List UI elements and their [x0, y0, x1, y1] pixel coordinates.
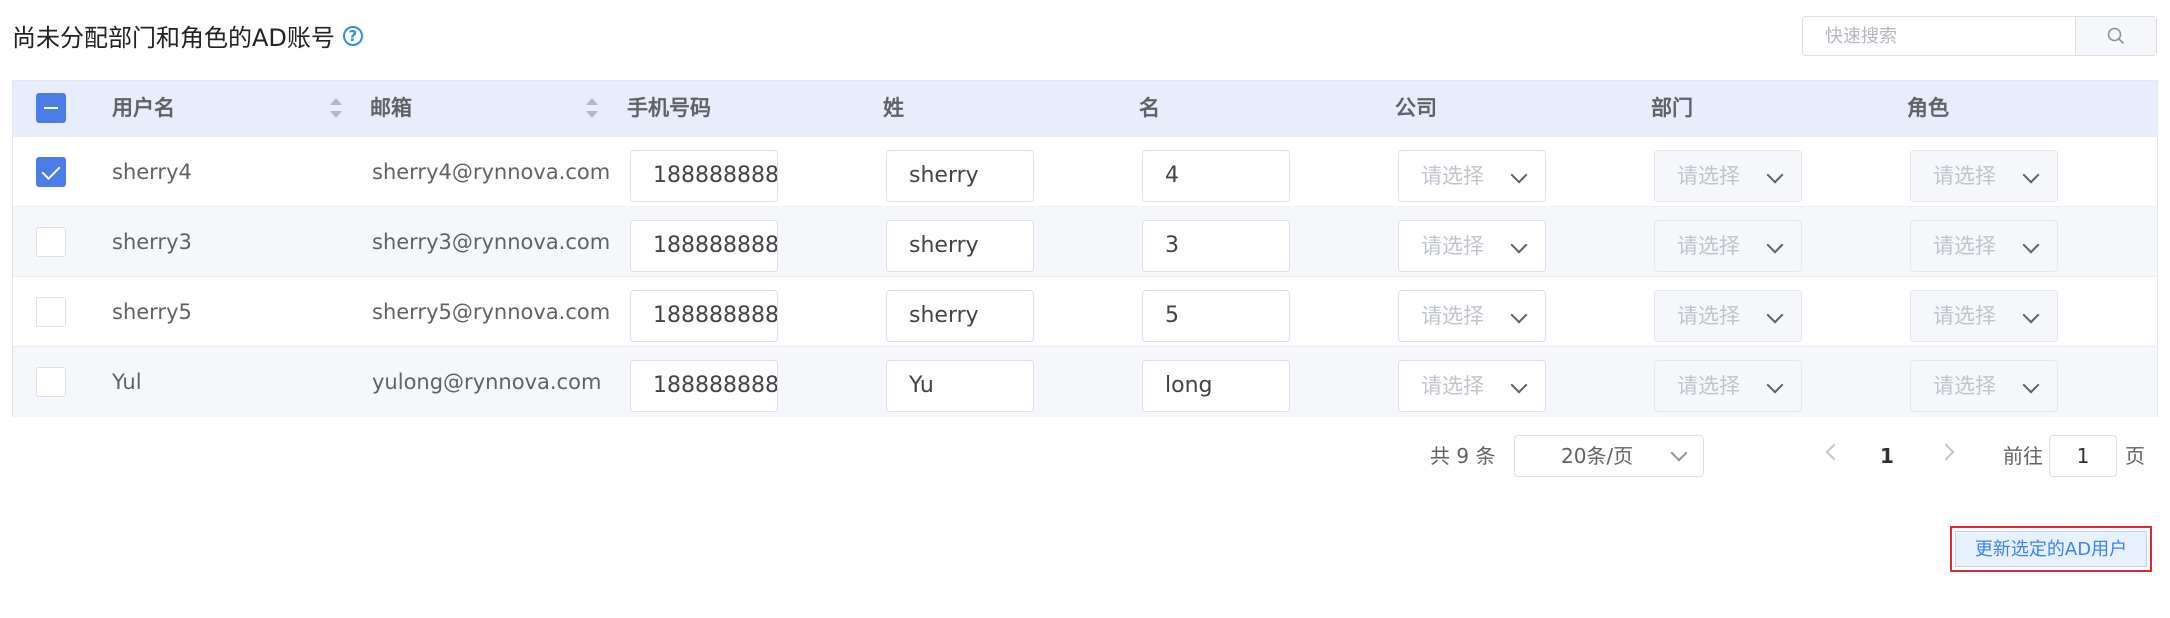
- search-input[interactable]: [1803, 17, 2075, 55]
- company-select[interactable]: 请选择: [1398, 220, 1546, 272]
- phone-input[interactable]: 188888888: [630, 290, 778, 342]
- role-select-placeholder: 请选择: [1933, 374, 1996, 398]
- row-checkbox[interactable]: [36, 157, 66, 187]
- department-select[interactable]: 请选择: [1654, 220, 1802, 272]
- table-row: sherry5 sherry5@rynnova.com 188888888 sh…: [13, 276, 2157, 347]
- update-selected-ad-users-button[interactable]: 更新选定的AD用户: [1955, 531, 2147, 567]
- chevron-down-icon: [2022, 236, 2040, 254]
- username-cell: Yul: [112, 370, 142, 394]
- email-cell: sherry4@rynnova.com: [372, 160, 611, 184]
- email-cell: sherry5@rynnova.com: [372, 300, 611, 324]
- chevron-down-icon: [2022, 306, 2040, 324]
- sort-icon[interactable]: [586, 98, 598, 118]
- first-name-input[interactable]: 5: [1142, 290, 1290, 342]
- last-name-input[interactable]: sherry: [886, 150, 1034, 202]
- company-select-placeholder: 请选择: [1421, 234, 1484, 258]
- role-select[interactable]: 请选择: [1910, 150, 2058, 202]
- chevron-down-icon: [1510, 376, 1528, 394]
- search-icon: [2107, 27, 2124, 45]
- search-box: [1802, 16, 2157, 56]
- row-checkbox[interactable]: [36, 297, 66, 327]
- page-size-value: 20条/页: [1561, 444, 1634, 468]
- chevron-down-icon: [1510, 306, 1528, 324]
- phone-input[interactable]: 188888888: [630, 150, 778, 202]
- next-page-icon[interactable]: [1937, 443, 1955, 461]
- chevron-down-icon: [2022, 166, 2040, 184]
- company-select-placeholder: 请选择: [1421, 164, 1484, 188]
- role-select-placeholder: 请选择: [1933, 304, 1996, 328]
- row-checkbox[interactable]: [36, 227, 66, 257]
- column-header-company: 公司: [1395, 96, 1437, 120]
- company-select[interactable]: 请选择: [1398, 150, 1546, 202]
- username-cell: sherry4: [112, 160, 192, 184]
- first-name-input[interactable]: long: [1142, 360, 1290, 412]
- column-header-department: 部门: [1651, 96, 1693, 120]
- row-checkbox[interactable]: [36, 367, 66, 397]
- company-select[interactable]: 请选择: [1398, 360, 1546, 412]
- column-header-role: 角色: [1907, 96, 1949, 120]
- username-cell: sherry5: [112, 300, 192, 324]
- page-title: 尚未分配部门和角色的AD账号: [12, 24, 335, 52]
- role-select-placeholder: 请选择: [1933, 164, 1996, 188]
- company-select-placeholder: 请选择: [1421, 374, 1484, 398]
- column-header-email[interactable]: 邮箱: [370, 81, 412, 136]
- username-cell: sherry3: [112, 230, 192, 254]
- department-select[interactable]: 请选择: [1654, 360, 1802, 412]
- chevron-down-icon: [1766, 236, 1784, 254]
- column-header-username[interactable]: 用户名: [112, 81, 175, 136]
- table-header: 用户名 邮箱 手机号码 姓 名 公司 部门 角色: [13, 81, 2157, 136]
- pagination-total: 共 9 条: [1430, 444, 1496, 468]
- update-button-highlight: 更新选定的AD用户: [1950, 526, 2152, 572]
- column-header-first-name: 名: [1139, 96, 1160, 120]
- goto-label: 前往: [2003, 444, 2043, 468]
- select-all-checkbox[interactable]: [36, 93, 66, 123]
- first-name-input[interactable]: 4: [1142, 150, 1290, 202]
- page-number[interactable]: 1: [1880, 435, 1894, 477]
- column-header-last-name: 姓: [883, 96, 904, 120]
- phone-input[interactable]: 188888888: [630, 360, 778, 412]
- department-select[interactable]: 请选择: [1654, 150, 1802, 202]
- page-title-wrap: 尚未分配部门和角色的AD账号 ?: [12, 18, 363, 53]
- last-name-input[interactable]: sherry: [886, 220, 1034, 272]
- chevron-down-icon: [1766, 166, 1784, 184]
- chevron-down-icon: [1510, 236, 1528, 254]
- department-select-placeholder: 请选择: [1677, 234, 1740, 258]
- department-select-placeholder: 请选择: [1677, 164, 1740, 188]
- chevron-down-icon: [1766, 376, 1784, 394]
- sort-icon[interactable]: [330, 98, 342, 118]
- prev-page-icon[interactable]: [1825, 443, 1843, 461]
- phone-input[interactable]: 188888888: [630, 220, 778, 272]
- first-name-input[interactable]: 3: [1142, 220, 1290, 272]
- chevron-down-icon: [2022, 376, 2040, 394]
- role-select[interactable]: 请选择: [1910, 220, 2058, 272]
- chevron-down-icon: [1766, 306, 1784, 324]
- last-name-input[interactable]: Yu: [886, 360, 1034, 412]
- email-cell: sherry3@rynnova.com: [372, 230, 611, 254]
- column-header-phone: 手机号码: [627, 96, 711, 120]
- last-name-input[interactable]: sherry: [886, 290, 1034, 342]
- department-select[interactable]: 请选择: [1654, 290, 1802, 342]
- company-select-placeholder: 请选择: [1421, 304, 1484, 328]
- company-select[interactable]: 请选择: [1398, 290, 1546, 342]
- role-select-placeholder: 请选择: [1933, 234, 1996, 258]
- search-button[interactable]: [2074, 17, 2156, 55]
- table-row: sherry3 sherry3@rynnova.com 188888888 sh…: [13, 206, 2157, 277]
- goto-page-input[interactable]: 1: [2049, 435, 2117, 477]
- page-size-select[interactable]: 20条/页: [1514, 435, 1704, 477]
- department-select-placeholder: 请选择: [1677, 374, 1740, 398]
- chevron-down-icon: [1510, 166, 1528, 184]
- email-cell: yulong@rynnova.com: [372, 370, 602, 394]
- chevron-down-icon: [1670, 444, 1688, 462]
- table-row: sherry4 sherry4@rynnova.com 188888888 sh…: [13, 136, 2157, 207]
- department-select-placeholder: 请选择: [1677, 304, 1740, 328]
- goto-suffix: 页: [2125, 444, 2145, 468]
- role-select[interactable]: 请选择: [1910, 290, 2058, 342]
- table-row: Yul yulong@rynnova.com 188888888 Yu long…: [13, 346, 2157, 417]
- help-icon[interactable]: ?: [342, 25, 363, 46]
- role-select[interactable]: 请选择: [1910, 360, 2058, 412]
- accounts-table: 用户名 邮箱 手机号码 姓 名 公司 部门 角色 sherry4 sherry4…: [12, 80, 2158, 417]
